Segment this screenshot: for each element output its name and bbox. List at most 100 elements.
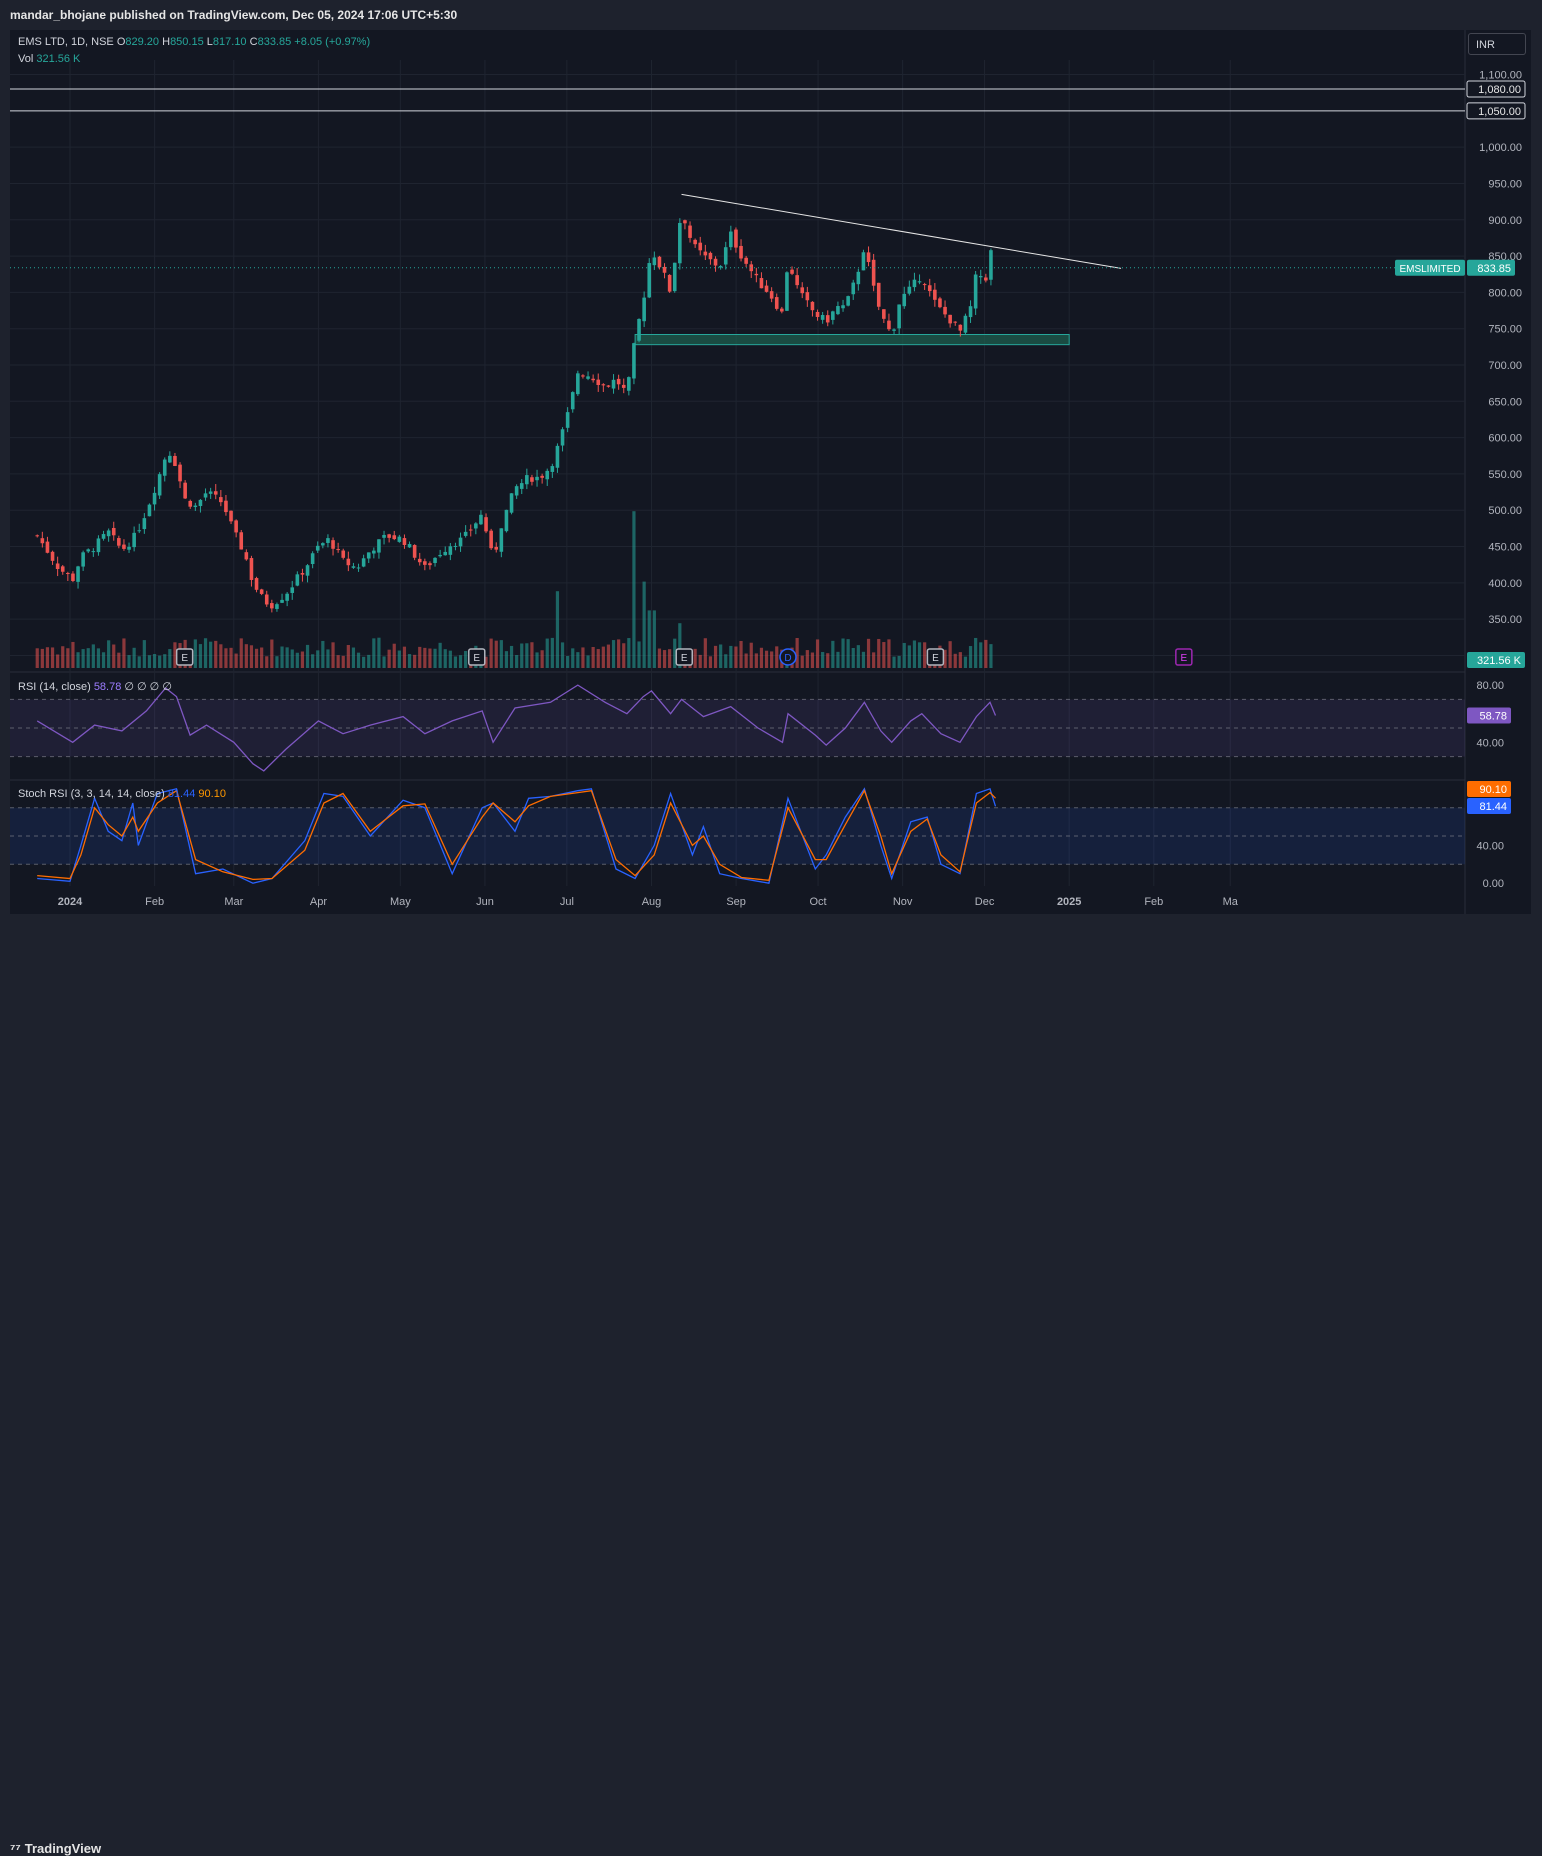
- volume-bar: [147, 655, 152, 668]
- time-tick-label: Ma: [1223, 896, 1239, 908]
- stoch-tick-label: 40.00: [1476, 840, 1504, 852]
- candle-body: [550, 466, 555, 472]
- candle-body: [754, 273, 759, 276]
- candle-body: [973, 274, 978, 309]
- close-value: 833.85: [257, 36, 292, 48]
- volume-bar: [295, 652, 299, 668]
- candle-body: [81, 552, 85, 567]
- candle-body: [50, 551, 55, 561]
- candle-body: [315, 545, 320, 551]
- candle-body: [820, 314, 825, 320]
- volume-legend[interactable]: Vol 321.56 K: [18, 53, 80, 65]
- candle-body: [734, 229, 738, 248]
- candle-body: [504, 509, 509, 532]
- volume-bar: [974, 637, 978, 668]
- candle-body: [759, 278, 764, 289]
- candle-body: [958, 324, 963, 331]
- stoch-d-tag-label: 90.10: [1479, 784, 1507, 796]
- volume-bar: [305, 644, 310, 668]
- candle-body: [922, 284, 927, 286]
- chart-svg[interactable]: 1,100.001,000.00950.00900.00850.00800.00…: [0, 0, 1542, 950]
- candle-body: [336, 549, 340, 551]
- high-label: H: [162, 36, 171, 48]
- volume-bar: [356, 652, 361, 668]
- volume-bar: [647, 610, 651, 668]
- volume-bar: [851, 647, 855, 668]
- volume-bar: [280, 646, 284, 668]
- candle-body: [275, 604, 279, 609]
- event-label: E: [473, 653, 480, 664]
- volume-bar: [382, 656, 386, 668]
- horizontal-line-label: 1,050.00: [1478, 106, 1521, 118]
- volume-bar: [586, 655, 590, 668]
- price-tick-label: 500.00: [1488, 505, 1522, 517]
- candle-body: [412, 545, 417, 558]
- volume-bar: [244, 644, 248, 668]
- volume-bar: [775, 646, 779, 668]
- price-tick-label: 750.00: [1488, 324, 1522, 336]
- rsi-tick-label: 40.00: [1476, 737, 1504, 749]
- candle-body: [117, 538, 121, 546]
- volume-bar: [729, 645, 733, 668]
- volume-bar: [132, 647, 136, 668]
- volume-bar: [642, 581, 646, 668]
- candle-body: [173, 455, 177, 467]
- candle-body: [443, 551, 448, 556]
- candle-body: [917, 281, 922, 283]
- volume-bar: [795, 637, 799, 668]
- rsi-pane: [10, 684, 1465, 772]
- volume-bar: [759, 647, 764, 668]
- candle-body: [805, 292, 810, 301]
- candle-body: [596, 379, 601, 386]
- stoch-tick-label: 0.00: [1483, 878, 1504, 890]
- candle-body: [621, 384, 626, 388]
- candle-body: [882, 309, 886, 319]
- rsi-legend[interactable]: RSI (14, close) 58.78 ∅ ∅ ∅ ∅: [18, 680, 172, 693]
- volume-bar: [856, 645, 860, 668]
- candle-body: [402, 538, 407, 545]
- volume-bar: [984, 639, 988, 668]
- candle-body: [657, 256, 662, 268]
- candle-body: [392, 535, 397, 540]
- time-tick-label: Aug: [642, 896, 662, 908]
- volume-bar: [754, 653, 758, 668]
- volume-bar: [708, 656, 713, 668]
- volume-bar: [326, 649, 330, 668]
- volume-value: 321.56 K: [36, 53, 81, 65]
- candle-body: [285, 593, 289, 601]
- price-tick-label: 450.00: [1488, 542, 1522, 554]
- candles-layer: [35, 218, 993, 613]
- volume-bar: [861, 651, 866, 668]
- volume-bar: [464, 651, 468, 668]
- time-axis: 2024 Feb Mar Apr May Jun Jul Aug Sep Oct Nov Dec 202…: [58, 896, 1239, 908]
- volume-bar: [846, 639, 850, 668]
- currency-button[interactable]: INR: [1468, 33, 1526, 55]
- candle-body: [795, 275, 799, 286]
- volume-bar: [362, 656, 366, 668]
- volume-bar: [265, 656, 269, 668]
- price-tick-label: 800.00: [1488, 287, 1522, 299]
- volume-bar: [958, 652, 962, 668]
- price-tick-label: 600.00: [1488, 433, 1522, 445]
- candle-body: [810, 301, 815, 311]
- candle-body: [576, 373, 580, 395]
- time-tick-label: Mar: [224, 896, 243, 908]
- volume-bar: [545, 638, 549, 668]
- grid-layer: [10, 30, 1466, 914]
- volume-bar: [724, 654, 728, 668]
- candle-body: [912, 279, 917, 288]
- volume-bar: [836, 651, 840, 668]
- symbol-legend[interactable]: EMS LTD, 1D, NSE O829.20 H850.15 L817.10…: [18, 36, 370, 48]
- volume-bar: [591, 647, 595, 668]
- candle-body: [372, 550, 376, 554]
- candle-body: [530, 477, 534, 482]
- stoch-legend[interactable]: Stoch RSI (3, 3, 14, 14, close) 81.44 90…: [18, 788, 226, 800]
- change-value: +8.05 (+0.97%): [294, 36, 371, 48]
- time-tick-label: Oct: [809, 896, 826, 908]
- candle-body: [310, 553, 315, 565]
- candle-body: [688, 225, 692, 238]
- candle-body: [468, 529, 473, 531]
- volume-bar: [520, 643, 524, 668]
- time-tick-label: Feb: [145, 896, 164, 908]
- time-tick-label: Nov: [893, 896, 913, 908]
